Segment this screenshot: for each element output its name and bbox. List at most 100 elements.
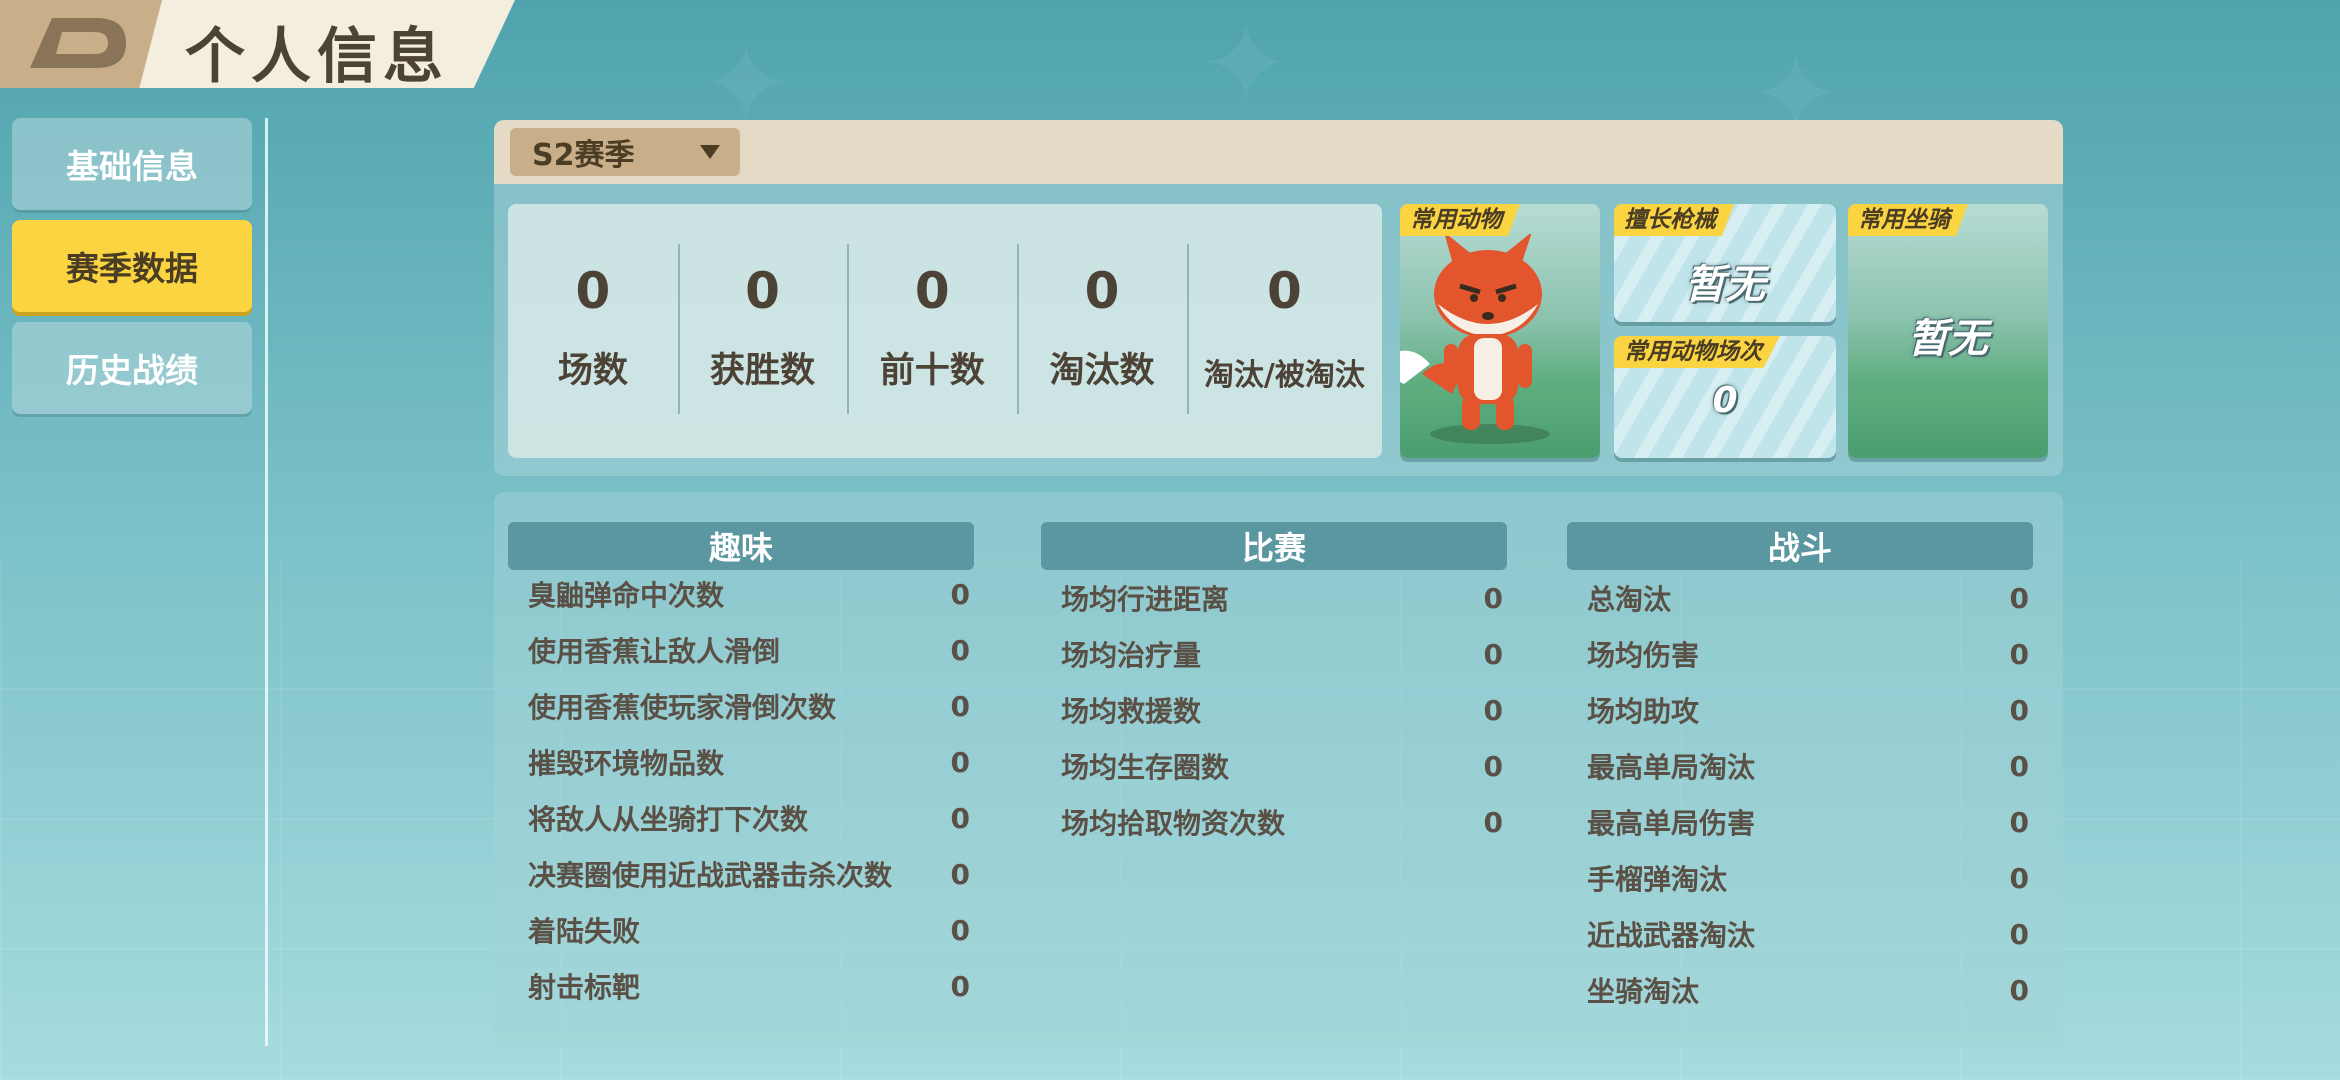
row-label: 场均助攻 <box>1587 695 1700 728</box>
stat-label: 前十数 <box>879 351 985 391</box>
best-weapon-value: 暂无 <box>1685 262 1765 308</box>
row-label: 总淘汰 <box>1587 583 1672 616</box>
match-stats-group: 比赛 场均行进距离 0 场均治疗量 0 场均救援数 0 场均生存圈数 0 场均拾取物资次… <box>1041 522 1507 850</box>
stat-value: 0 <box>745 262 780 320</box>
row-value: 0 <box>950 801 970 835</box>
row-label: 手榴弹淘汰 <box>1587 863 1728 896</box>
stats-summary: 0 场数 0 获胜数 0 前十数 0 淘汰数 0 淘汰/被淘汰 <box>508 204 1382 458</box>
list-item: 最高单局伤害 0 <box>1567 794 2033 850</box>
list-item: 手榴弹淘汰 0 <box>1567 850 2033 906</box>
fox-character-image <box>1400 234 1550 444</box>
best-weapon-card[interactable]: 擅长枪械 暂无 <box>1614 204 1836 322</box>
row-label: 近战武器淘汰 <box>1587 919 1756 952</box>
list-item: 着陆失败 0 <box>508 902 974 958</box>
row-label: 射击标靶 <box>528 971 641 1004</box>
row-label: 场均拾取物资次数 <box>1061 807 1286 840</box>
row-label: 场均救援数 <box>1061 695 1202 728</box>
favorite-mount-card[interactable]: 常用坐骑 暂无 <box>1848 204 2048 458</box>
row-value: 0 <box>2009 861 2029 895</box>
row-label: 使用香蕉使玩家滑倒次数 <box>528 691 837 724</box>
row-label: 使用香蕉让敌人滑倒 <box>528 635 781 668</box>
row-value: 0 <box>2009 581 2029 615</box>
season-summary-panel: S2赛季 0 场数 0 获胜数 0 前十数 0 淘汰数 0 淘汰/被淘汰 常用动… <box>494 120 2063 476</box>
list-item: 场均伤害 0 <box>1567 626 2033 682</box>
row-label: 最高单局伤害 <box>1587 807 1756 840</box>
combat-stats-list: 总淘汰 0 场均伤害 0 场均助攻 0 最高单局淘汰 0 最高单局伤害 0 手榴弹淘汰 0 … <box>1567 570 2033 1018</box>
row-value: 0 <box>1483 581 1503 615</box>
row-value: 0 <box>1483 805 1503 839</box>
list-item: 总淘汰 0 <box>1567 570 2033 626</box>
row-label: 场均生存圈数 <box>1061 751 1230 784</box>
favorite-animal-count-card: 常用动物场次 0 <box>1614 336 1836 458</box>
list-item: 将敌人从坐骑打下次数 0 <box>508 790 974 846</box>
row-label: 最高单局淘汰 <box>1587 751 1756 784</box>
list-item: 近战武器淘汰 0 <box>1567 906 2033 962</box>
fun-stats-header: 趣味 <box>508 522 974 570</box>
row-label: 场均行进距离 <box>1061 583 1230 616</box>
stat-matches: 0 场数 <box>508 204 678 458</box>
list-item: 决赛圈使用近战武器击杀次数 0 <box>508 846 974 902</box>
stat-value: 0 <box>1084 262 1120 320</box>
stat-top10: 0 前十数 <box>847 204 1017 458</box>
row-label: 坐骑淘汰 <box>1587 975 1700 1008</box>
list-item: 场均生存圈数 0 <box>1041 738 1507 794</box>
sidebar-item-history[interactable]: 历史战绩 <box>12 322 252 414</box>
stat-label: 淘汰/被淘汰 <box>1203 358 1365 393</box>
stat-label: 淘汰数 <box>1049 351 1155 391</box>
background-fox-motif: ✦ <box>1200 0 1293 128</box>
match-stats-list: 场均行进距离 0 场均治疗量 0 场均救援数 0 场均生存圈数 0 场均拾取物资次数 0 <box>1041 570 1507 850</box>
row-label: 场均伤害 <box>1587 639 1700 672</box>
row-label: 将敌人从坐骑打下次数 <box>528 803 809 836</box>
stat-eliminations: 0 淘汰数 <box>1017 204 1187 458</box>
list-item: 最高单局淘汰 0 <box>1567 738 2033 794</box>
row-value: 0 <box>950 745 970 779</box>
match-stats-header: 比赛 <box>1041 522 1507 570</box>
row-value: 0 <box>1483 749 1503 783</box>
season-bar: S2赛季 <box>494 120 2063 184</box>
back-arrow-icon <box>30 18 126 68</box>
back-button[interactable] <box>26 10 132 72</box>
row-value: 0 <box>2009 805 2029 839</box>
row-value: 0 <box>2009 973 2029 1007</box>
favorite-animal-tag: 常用动物 <box>1400 204 1520 236</box>
list-item: 臭鼬弹命中次数 0 <box>508 566 974 622</box>
stat-label: 场数 <box>557 351 628 391</box>
favorite-animal-card[interactable]: 常用动物 <box>1400 204 1600 458</box>
season-dropdown[interactable]: S2赛季 <box>510 128 740 176</box>
row-value: 0 <box>950 969 970 1003</box>
list-item: 场均救援数 0 <box>1041 682 1507 738</box>
sidebar-item-basic-info[interactable]: 基础信息 <box>12 118 252 210</box>
detailed-stats-panel: 趣味 臭鼬弹命中次数 0 使用香蕉让敌人滑倒 0 使用香蕉使玩家滑倒次数 0 摧毁环境… <box>494 492 2063 1048</box>
stat-label: 获胜数 <box>710 351 816 391</box>
fun-stats-list: 臭鼬弹命中次数 0 使用香蕉让敌人滑倒 0 使用香蕉使玩家滑倒次数 0 摧毁环境物品数… <box>508 566 974 1014</box>
stat-value: 0 <box>914 262 950 320</box>
list-item: 场均拾取物资次数 0 <box>1041 794 1507 850</box>
favorite-mount-tag: 常用坐骑 <box>1848 204 1968 236</box>
row-value: 0 <box>950 577 970 611</box>
season-dropdown-value: S2赛季 <box>532 138 635 173</box>
sidebar-item-season-data[interactable]: 赛季数据 <box>12 220 252 312</box>
stat-wins: 0 获胜数 <box>677 204 848 458</box>
row-value: 0 <box>950 633 970 667</box>
favorite-mount-value: 暂无 <box>1908 316 1988 362</box>
row-value: 0 <box>1483 693 1503 727</box>
stat-value: 0 <box>575 262 611 320</box>
combat-stats-group: 战斗 总淘汰 0 场均伤害 0 场均助攻 0 最高单局淘汰 0 最高单局伤害 0 手榴弹淘… <box>1567 522 2033 1018</box>
row-value: 0 <box>950 857 970 891</box>
list-item: 使用香蕉使玩家滑倒次数 0 <box>508 678 974 734</box>
combat-stats-header: 战斗 <box>1567 522 2033 570</box>
list-item: 场均助攻 0 <box>1567 682 2033 738</box>
row-value: 0 <box>2009 749 2029 783</box>
row-label: 场均治疗量 <box>1061 639 1202 672</box>
sidebar: 基础信息 赛季数据 历史战绩 <box>12 118 252 424</box>
stat-kd-ratio: 0 淘汰/被淘汰 <box>1186 204 1382 458</box>
list-item: 坐骑淘汰 0 <box>1567 962 2033 1018</box>
best-weapon-tag: 擅长枪械 <box>1614 204 1734 236</box>
row-label: 着陆失败 <box>528 915 641 948</box>
fun-stats-group: 趣味 臭鼬弹命中次数 0 使用香蕉让敌人滑倒 0 使用香蕉使玩家滑倒次数 0 摧毁环境… <box>508 522 974 1014</box>
list-item: 射击标靶 0 <box>508 958 974 1014</box>
row-value: 0 <box>2009 917 2029 951</box>
list-item: 摧毁环境物品数 0 <box>508 734 974 790</box>
row-label: 摧毁环境物品数 <box>528 747 725 780</box>
row-label: 臭鼬弹命中次数 <box>528 579 725 612</box>
